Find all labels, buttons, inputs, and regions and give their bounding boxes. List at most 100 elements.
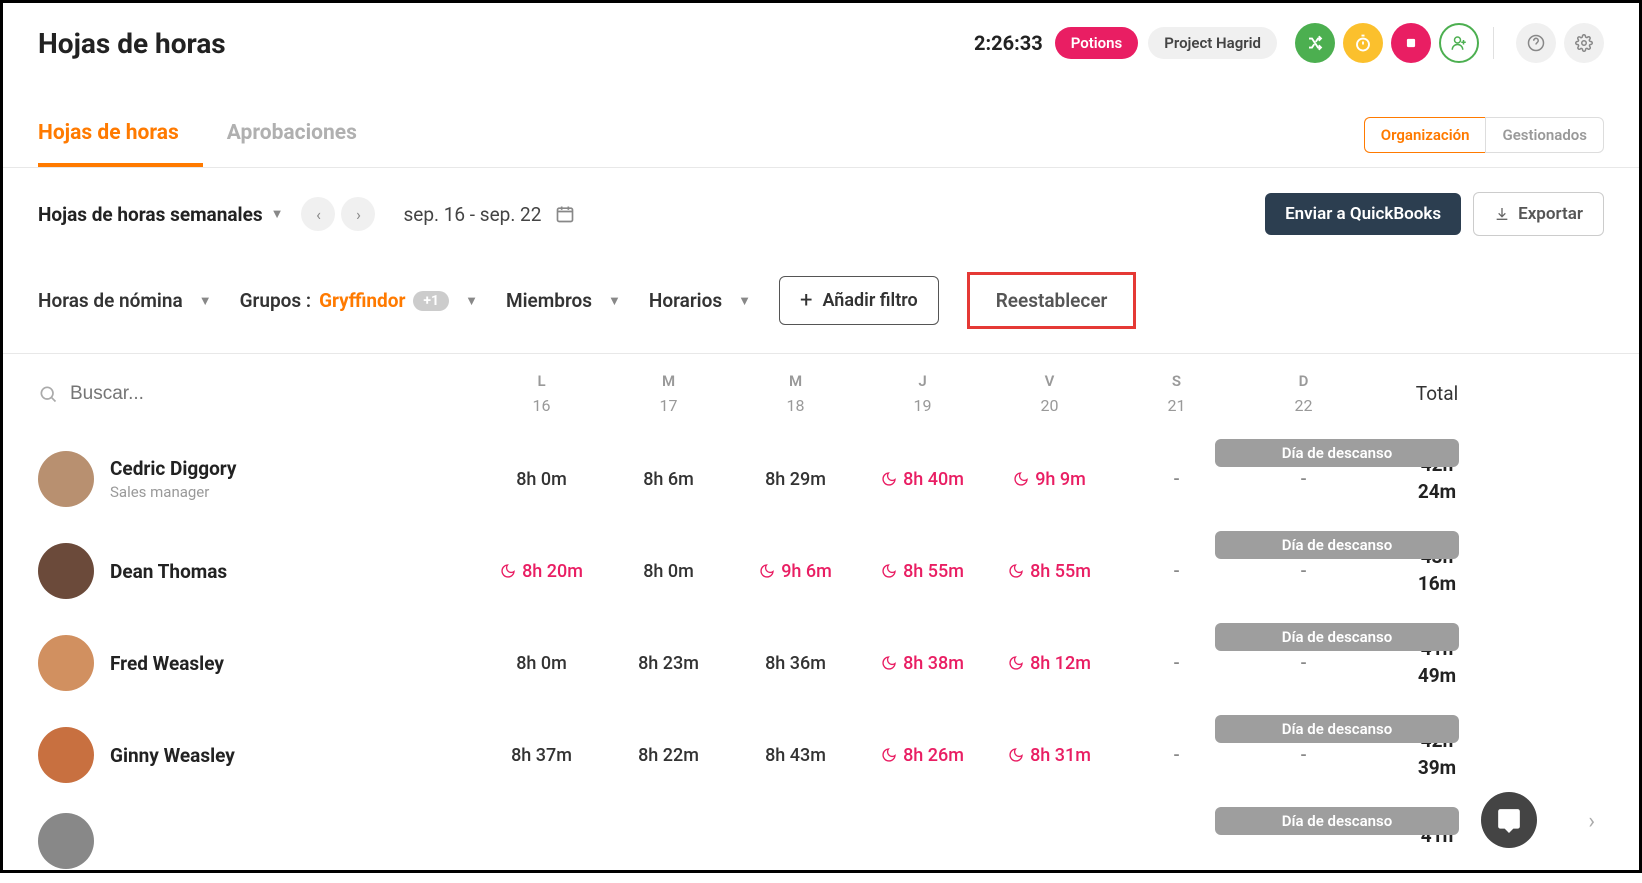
table-row[interactable]: Día de descanso Dean Thomas 8h 20m8h 0m9… (23, 525, 1619, 617)
help-button[interactable] (1516, 23, 1556, 63)
time-cell: 8h 23m (605, 653, 732, 674)
time-cell-overtime: 8h 20m (478, 561, 605, 582)
day-column-header: M18 (732, 372, 859, 415)
time-cell: - (1113, 561, 1240, 582)
view-selector[interactable]: Hojas de horas semanales ▼ (38, 203, 283, 226)
time-cell-overtime: 8h 26m (859, 745, 986, 766)
day-column-header: L16 (478, 372, 605, 415)
divider (1493, 27, 1494, 59)
time-cell-overtime: 8h 12m (986, 653, 1113, 674)
filter-groups[interactable]: Grupos : Gryffindor +1 ▼ (240, 289, 478, 312)
time-cell-overtime: 8h 40m (859, 469, 986, 490)
day-column-header: S21 (1113, 372, 1240, 415)
task-pill[interactable]: Potions (1055, 27, 1139, 59)
day-column-header: J19 (859, 372, 986, 415)
time-cell: - (1240, 653, 1367, 674)
search-icon (38, 384, 58, 404)
table-row[interactable]: Día de descanso Fred Weasley 8h 0m8h 23m… (23, 617, 1619, 709)
person-role: Sales manager (110, 483, 237, 501)
tab-timesheets[interactable]: Hojas de horas (38, 103, 203, 167)
time-cell: - (1113, 745, 1240, 766)
time-cell: - (1113, 469, 1240, 490)
send-quickbooks-button[interactable]: Enviar a QuickBooks (1265, 193, 1461, 235)
shuffle-button[interactable] (1295, 23, 1335, 63)
search-box[interactable] (38, 383, 478, 405)
date-range-label: sep. 16 - sep. 22 (403, 203, 541, 226)
person-name: Fred Weasley (110, 652, 224, 675)
time-cell: - (1240, 469, 1367, 490)
avatar (38, 543, 94, 599)
time-cell-overtime: 8h 55m (986, 561, 1113, 582)
next-week-button[interactable]: › (341, 197, 375, 231)
person-name: Cedric Diggory (110, 457, 237, 480)
time-cell: 8h 0m (478, 653, 605, 674)
page-title: Hojas de horas (38, 27, 974, 60)
filter-hours[interactable]: Horas de nómina ▼ (38, 289, 212, 312)
table-row[interactable]: Día de descanso Ginny Weasley 8h 37m8h 2… (23, 709, 1619, 801)
add-filter-button[interactable]: + Añadir filtro (779, 276, 939, 325)
rest-day-badge: Día de descanso (1215, 807, 1459, 835)
export-label: Exportar (1518, 204, 1583, 224)
avatar (38, 451, 94, 507)
calendar-icon[interactable] (555, 204, 575, 224)
rest-day-badge: Día de descanso (1215, 531, 1459, 559)
time-cell: 8h 43m (732, 745, 859, 766)
timer-display: 2:26:33 (974, 31, 1043, 55)
chevron-down-icon: ▼ (465, 293, 478, 309)
time-cell: 8h 0m (605, 561, 732, 582)
tab-approvals[interactable]: Aprobaciones (227, 103, 381, 167)
download-icon (1494, 206, 1510, 222)
time-cell-overtime: 8h 38m (859, 653, 986, 674)
time-cell: 8h 22m (605, 745, 732, 766)
prev-week-button[interactable]: ‹ (301, 197, 335, 231)
chevron-down-icon: ▼ (271, 206, 284, 222)
avatar (38, 813, 94, 869)
export-button[interactable]: Exportar (1473, 192, 1604, 236)
filter-members[interactable]: Miembros ▼ (506, 289, 621, 312)
filter-schedules-label: Horarios (649, 289, 722, 312)
avatar (38, 727, 94, 783)
person-name: Dean Thomas (110, 560, 227, 583)
time-cell-overtime: 9h 9m (986, 469, 1113, 490)
time-cell: 8h 0m (478, 469, 605, 490)
day-column-header: V20 (986, 372, 1113, 415)
time-cell: - (1240, 745, 1367, 766)
add-user-button[interactable] (1439, 23, 1479, 63)
view-selector-label: Hojas de horas semanales (38, 203, 263, 226)
filter-groups-label: Grupos : (240, 289, 312, 312)
view-organization[interactable]: Organización (1364, 117, 1486, 153)
settings-button[interactable] (1564, 23, 1604, 63)
stop-button[interactable] (1391, 23, 1431, 63)
chat-fab[interactable] (1481, 792, 1537, 848)
project-pill[interactable]: Project Hagrid (1148, 27, 1277, 59)
nav-arrow-right[interactable]: › (1588, 809, 1595, 834)
rest-day-badge: Día de descanso (1215, 715, 1459, 743)
time-cell: - (1113, 653, 1240, 674)
avatar (38, 635, 94, 691)
time-cell: 8h 37m (478, 745, 605, 766)
time-cell-overtime: 9h 6m (732, 561, 859, 582)
filter-schedules[interactable]: Horarios ▼ (649, 289, 751, 312)
day-column-header: D22 (1240, 372, 1367, 415)
chevron-down-icon: ▼ (608, 293, 621, 309)
stopwatch-button[interactable] (1343, 23, 1383, 63)
reset-button[interactable]: Reestablecer (967, 272, 1137, 329)
rest-day-badge: Día de descanso (1215, 623, 1459, 651)
plus-icon: + (800, 288, 812, 313)
chevron-down-icon: ▼ (199, 293, 212, 309)
filter-members-label: Miembros (506, 289, 592, 312)
day-column-header: M17 (605, 372, 732, 415)
time-cell: 8h 6m (605, 469, 732, 490)
rest-day-badge: Día de descanso (1215, 439, 1459, 467)
time-cell: - (1240, 561, 1367, 582)
time-cell-overtime: 8h 31m (986, 745, 1113, 766)
filter-hours-label: Horas de nómina (38, 289, 183, 312)
chevron-down-icon: ▼ (738, 293, 751, 309)
add-filter-label: Añadir filtro (823, 290, 918, 311)
view-managed[interactable]: Gestionados (1485, 117, 1604, 153)
total-header: Total (1367, 382, 1507, 405)
table-row[interactable]: Día de descanso Cedric Diggory Sales man… (23, 433, 1619, 525)
filter-groups-value: Gryffindor (319, 289, 405, 312)
person-name: Ginny Weasley (110, 744, 235, 767)
search-input[interactable] (70, 383, 478, 405)
